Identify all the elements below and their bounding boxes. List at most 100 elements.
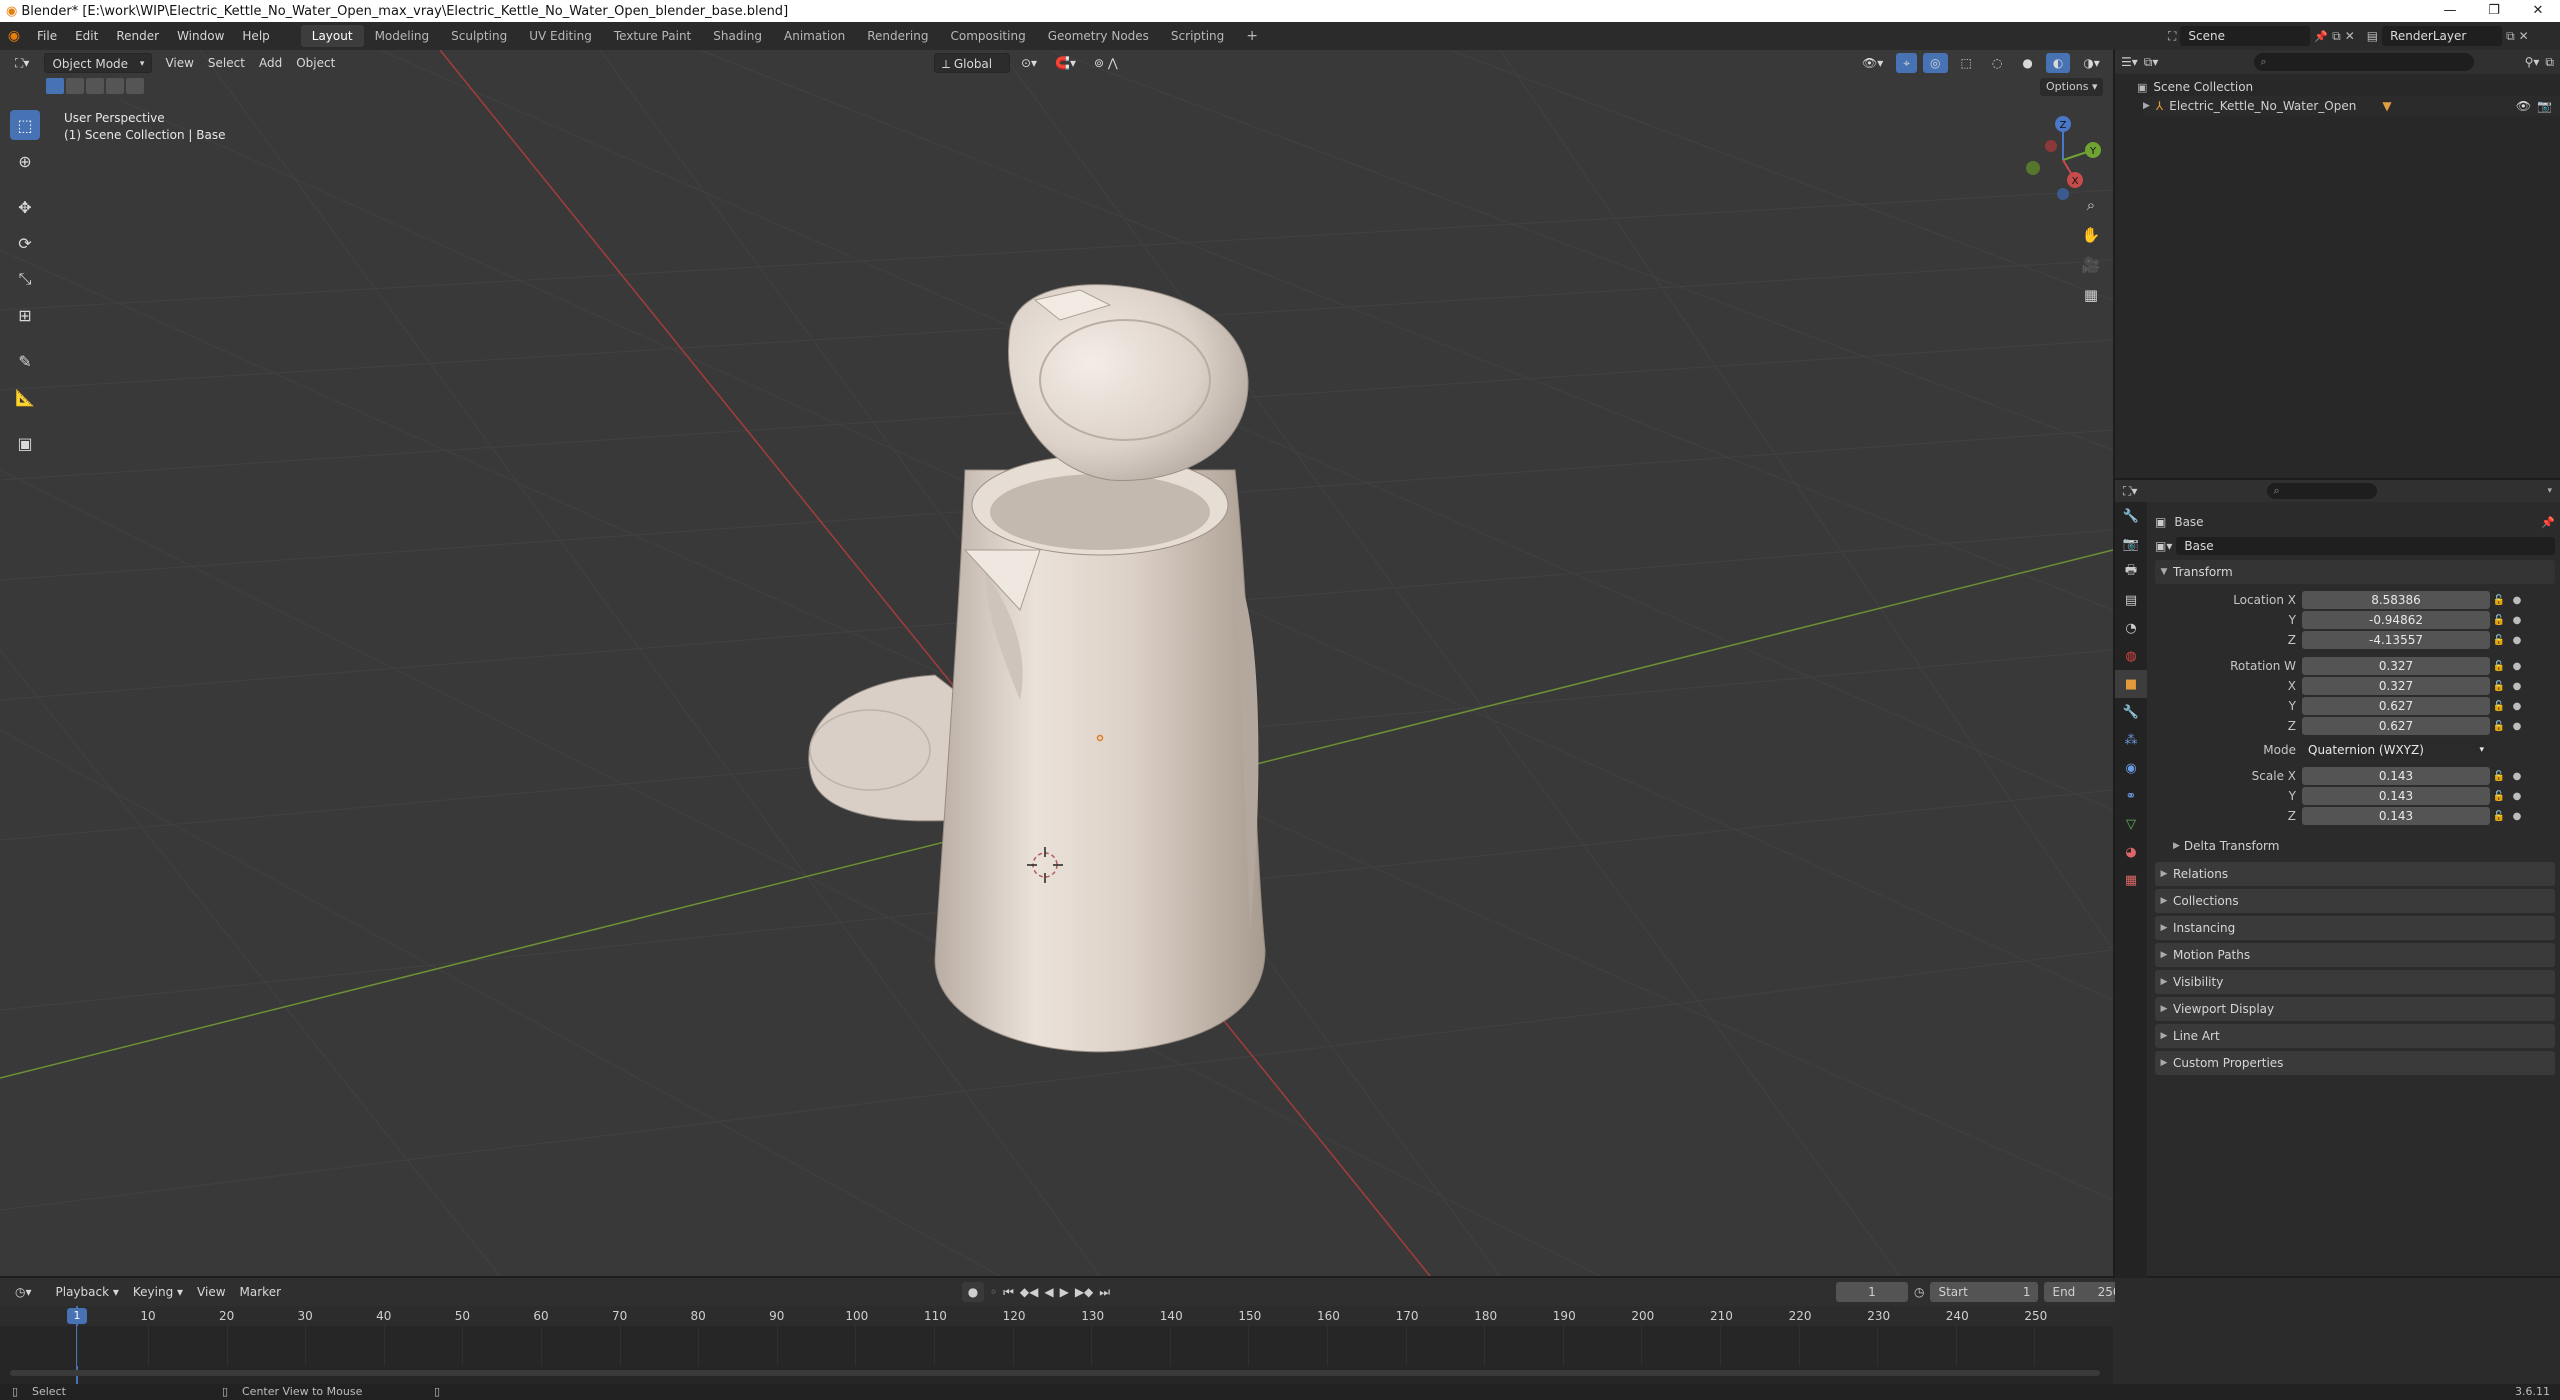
play-icon[interactable]: ▶ [1060,1285,1069,1299]
shading-rendered-icon[interactable]: ◑▾ [2076,53,2107,73]
menu-help[interactable]: Help [233,29,278,43]
scale-y-field[interactable]: 0.143 [2302,787,2490,805]
select-invert-icon[interactable] [106,78,124,94]
texture-tab-icon[interactable]: ▦ [2115,866,2147,894]
outliner-editor-icon[interactable]: ☰▾ [2121,55,2138,69]
location-z-field[interactable]: -4.13557 [2302,631,2490,649]
delete-scene-icon[interactable]: ✕ [2345,29,2355,43]
keyframe-dot-icon[interactable]: ● [2508,721,2526,732]
menu-playback[interactable]: Playback ▾ [49,1282,126,1302]
tab-rendering[interactable]: Rendering [856,25,939,47]
select-box-icon[interactable]: ⬚ [10,110,40,140]
properties-editor-icon[interactable]: ⛶▾ [2123,484,2137,499]
display-mode-icon[interactable]: ⧉▾ [2144,55,2159,70]
custom-properties-panel[interactable]: ▶ Custom Properties [2155,1051,2555,1075]
menu-view[interactable]: View [158,53,200,73]
start-frame-field[interactable]: Start 1 [1930,1282,2039,1302]
tab-geometry-nodes[interactable]: Geometry Nodes [1037,25,1160,47]
constraints-tab-icon[interactable]: ⚭ [2115,782,2147,810]
menu-select[interactable]: Select [201,53,252,73]
lock-icon[interactable]: 🔓 [2490,811,2508,822]
motion-paths-panel[interactable]: ▶ Motion Paths [2155,943,2555,967]
expand-chevron-icon[interactable]: ▶ [2143,101,2150,111]
data-tab-icon[interactable]: ▽ [2115,810,2147,838]
keyframe-dot-icon[interactable]: ● [2508,701,2526,712]
menu-marker[interactable]: Marker [233,1282,288,1302]
gizmo-toggle-icon[interactable]: ⌖ [1896,53,1918,73]
timeline-editor-icon[interactable]: ◷▾ [8,1282,39,1302]
tab-uv-editing[interactable]: UV Editing [518,25,603,47]
3d-viewport[interactable]: ⛶▾ Object Mode ▾ View Select Add Object … [0,50,2113,1276]
jump-start-icon[interactable]: ⏮ [1003,1285,1014,1300]
line-art-panel[interactable]: ▶ Line Art [2155,1024,2555,1048]
scale-icon[interactable]: ⤡ [10,264,40,294]
keyframe-dot-icon[interactable]: ● [2508,595,2526,606]
mode-selector[interactable]: Object Mode ▾ [44,53,153,73]
blender-menu-icon[interactable]: ◉ [0,28,28,44]
zoom-icon[interactable]: ⌕ [2078,192,2104,218]
object-datablock-icon[interactable]: ▣▾ [2155,539,2172,553]
lock-icon[interactable]: 🔓 [2490,595,2508,606]
scale-z-field[interactable]: 0.143 [2302,807,2490,825]
outliner-row-scene-collection[interactable]: ▣ Scene Collection [2137,78,2253,96]
outliner-search-input[interactable]: ⌕ [2254,53,2475,71]
grid-view-icon[interactable]: ▦ [2078,282,2104,308]
jump-end-icon[interactable]: ⏭ [1099,1285,1110,1300]
tab-shading[interactable]: Shading [702,25,773,47]
object-tab-icon[interactable]: ■ [2115,670,2147,698]
keyframe-dot-icon[interactable]: ● [2508,791,2526,802]
physics-tab-icon[interactable]: ◉ [2115,754,2147,782]
menu-window[interactable]: Window [168,29,233,43]
new-collection-icon[interactable]: ⧉ [2545,55,2554,70]
select-extend-icon[interactable] [66,78,84,94]
view-layer-selector[interactable]: RenderLayer [2382,26,2503,46]
tab-compositing[interactable]: Compositing [939,25,1036,47]
menu-file[interactable]: File [28,29,66,43]
location-y-field[interactable]: -0.94862 [2302,611,2490,629]
keying-set-icon[interactable]: ◦ [990,1285,997,1299]
object-name-field[interactable]: Base [2176,537,2555,555]
add-cube-icon[interactable]: ▣ [10,428,40,458]
rotation-z-field[interactable]: 0.627 [2302,717,2490,735]
pan-hand-icon[interactable]: ✋ [2078,222,2104,248]
tab-modeling[interactable]: Modeling [364,25,441,47]
particles-tab-icon[interactable]: ⁂ [2115,726,2147,754]
tab-texture-paint[interactable]: Texture Paint [603,25,702,47]
shading-material-icon[interactable]: ◐ [2045,53,2071,73]
minimize-button[interactable]: — [2428,0,2472,22]
location-x-field[interactable]: 8.58386 [2302,591,2490,609]
menu-timeline-view[interactable]: View [190,1282,232,1302]
rotate-icon[interactable]: ⟳ [10,228,40,258]
next-keyframe-icon[interactable]: ▶◆ [1075,1285,1093,1299]
clock-icon[interactable]: ◷ [1914,1285,1924,1299]
proportional-edit-icon[interactable]: ⊚ ⋀ [1087,53,1125,73]
pivot-icon[interactable]: ⊙▾ [1014,53,1044,73]
delete-view-layer-icon[interactable]: ✕ [2519,29,2529,43]
keyframe-dot-icon[interactable]: ● [2508,811,2526,822]
filter-icon[interactable]: ⚲▾ [2525,55,2540,69]
tab-sculpting[interactable]: Sculpting [440,25,518,47]
snap-icon[interactable]: 🧲▾ [1048,53,1083,73]
rotation-w-field[interactable]: 0.327 [2302,657,2490,675]
scene-tab-icon[interactable]: ◔ [2115,614,2147,642]
cursor-icon[interactable]: ⊕ [10,146,40,176]
instancing-panel[interactable]: ▶ Instancing [2155,916,2555,940]
tab-animation[interactable]: Animation [773,25,856,47]
lock-icon[interactable]: 🔓 [2490,635,2508,646]
select-new-icon[interactable] [46,78,64,94]
menu-render[interactable]: Render [107,29,168,43]
play-reverse-icon[interactable]: ◀ [1044,1285,1053,1299]
render-camera-icon[interactable]: 📷 [2537,99,2552,113]
camera-icon[interactable]: 🎥 [2078,252,2104,278]
new-scene-icon[interactable]: ⧉ [2332,29,2341,44]
select-intersect-icon[interactable] [126,78,144,94]
shading-solid-icon[interactable]: ● [2015,53,2039,73]
shading-wireframe-icon[interactable]: ◌ [1985,53,2009,73]
scale-x-field[interactable]: 0.143 [2302,767,2490,785]
editor-type-icon[interactable]: ⛶▾ [8,53,36,73]
measure-icon[interactable]: 📐 [10,382,40,412]
material-tab-icon[interactable]: ◕ [2115,838,2147,866]
collections-panel[interactable]: ▶ Collections [2155,889,2555,913]
current-frame-field[interactable]: 1 [1836,1282,1908,1302]
move-icon[interactable]: ✥ [10,192,40,222]
